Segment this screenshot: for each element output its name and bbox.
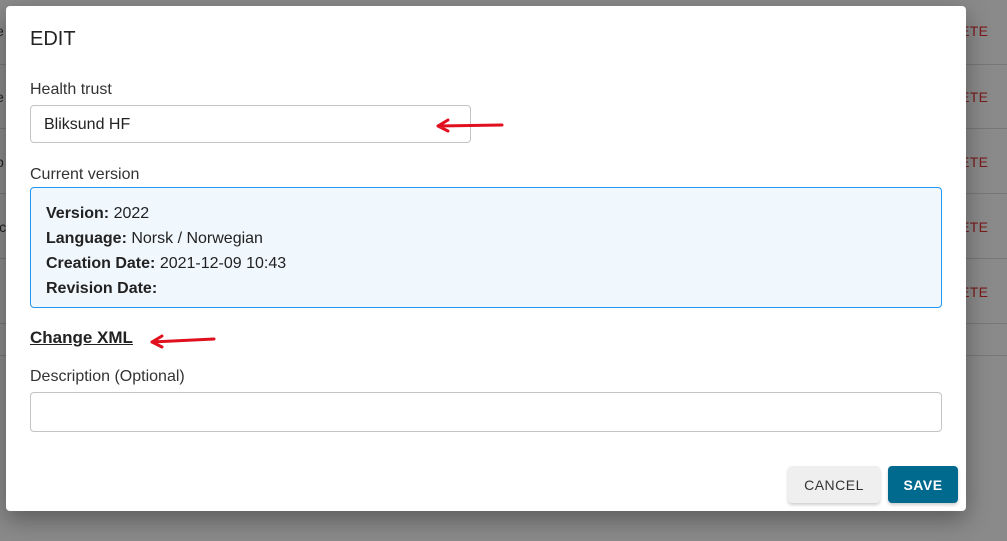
change-xml-link[interactable]: Change XML <box>30 328 133 348</box>
version-line: Version: 2022 <box>46 201 926 226</box>
current-version-label: Current version <box>30 166 140 183</box>
cell-text: e <box>0 89 4 105</box>
language-key: Language: <box>46 230 127 247</box>
edit-dialog: EDIT Health trust Bliksund HF Current ve… <box>6 6 966 511</box>
dialog-title: EDIT <box>30 28 76 50</box>
creation-key: Creation Date: <box>46 255 156 272</box>
cell-text: e <box>0 23 4 39</box>
health-trust-label: Health trust <box>30 81 112 98</box>
cell-text: p <box>0 154 4 170</box>
current-version-box: Version: 2022 Language: Norsk / Norwegia… <box>30 187 942 308</box>
save-button[interactable]: SAVE <box>888 466 958 503</box>
creation-value: 2021-12-09 10:43 <box>159 255 287 272</box>
language-line: Language: Norsk / Norwegian <box>46 226 926 251</box>
revision-line: Revision Date: <box>46 276 926 301</box>
creation-line: Creation Date: 2021-12-09 10:43 <box>46 251 926 276</box>
version-key: Version: <box>46 205 110 222</box>
language-value: Norsk / Norwegian <box>131 230 263 247</box>
description-label: Description (Optional) <box>30 368 185 385</box>
annotation-arrow-icon <box>150 334 216 349</box>
version-value: 2022 <box>113 205 150 222</box>
annotation-arrow-icon <box>436 118 504 133</box>
description-input[interactable] <box>30 392 942 432</box>
cancel-button[interactable]: CANCEL <box>788 466 880 503</box>
revision-key: Revision Date: <box>46 280 158 297</box>
health-trust-select[interactable]: Bliksund HF <box>30 105 471 143</box>
